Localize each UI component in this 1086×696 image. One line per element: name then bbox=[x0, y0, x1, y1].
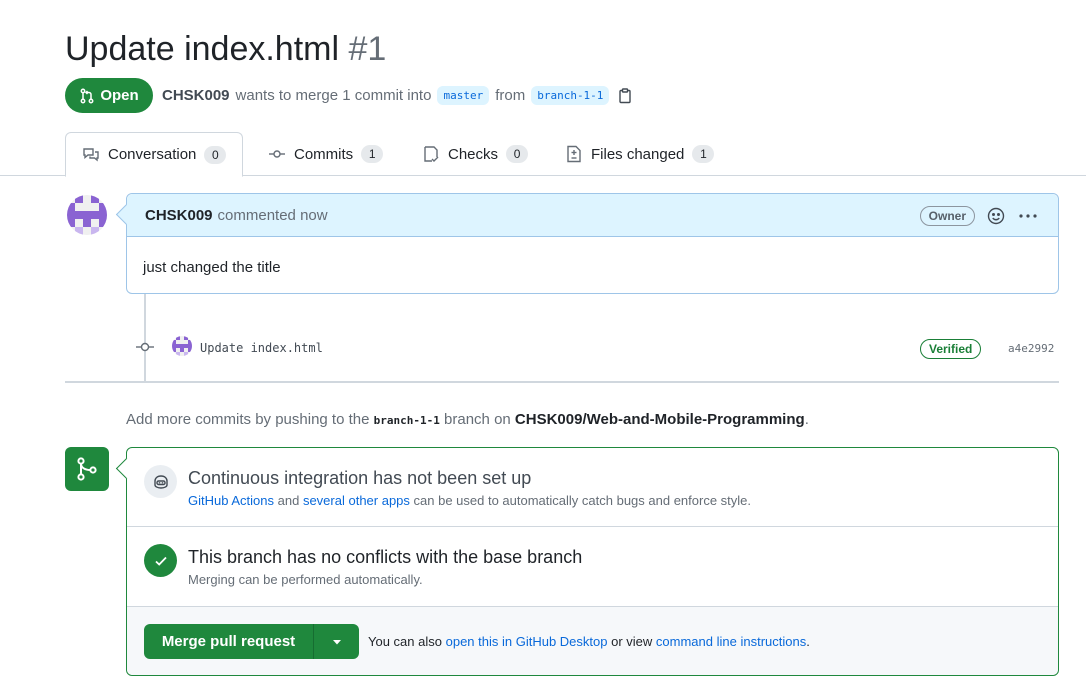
open-desktop-link[interactable]: open this in GitHub Desktop bbox=[446, 634, 608, 649]
git-commit-icon bbox=[136, 342, 154, 352]
merge-alternatives: You can also open this in GitHub Desktop… bbox=[368, 634, 810, 649]
command-line-link[interactable]: command line instructions bbox=[656, 634, 806, 649]
other-apps-link[interactable]: several other apps bbox=[303, 493, 410, 508]
copilot-icon bbox=[153, 474, 168, 489]
verified-badge[interactable]: Verified bbox=[920, 339, 982, 359]
smiley-icon[interactable] bbox=[987, 207, 1005, 225]
tab-label: Files changed bbox=[591, 145, 685, 163]
tab-counter: 1 bbox=[361, 145, 384, 163]
pr-meta: CHSK009 wants to merge 1 commit into mas… bbox=[162, 86, 633, 105]
comment-box: CHSK009 commented now Owner just changed… bbox=[126, 193, 1059, 294]
tab-conversation[interactable]: Conversation 0 bbox=[65, 132, 244, 177]
conflicts-heading: This branch has no conflicts with the ba… bbox=[188, 547, 583, 567]
comment-author[interactable]: CHSK009 bbox=[145, 207, 213, 224]
tab-checks[interactable]: Checks 0 bbox=[406, 132, 544, 176]
alt-suffix: . bbox=[806, 634, 810, 649]
push-hint-repo: CHSK009/Web-and-Mobile-Programming bbox=[514, 411, 805, 428]
owner-badge: Owner bbox=[919, 206, 975, 226]
avatar[interactable] bbox=[67, 195, 107, 235]
tab-counter: 1 bbox=[692, 145, 715, 163]
pr-state-label: Open bbox=[100, 87, 139, 104]
pr-tabs: Conversation 0 Commits 1 Checks 0 Files … bbox=[0, 132, 1086, 177]
git-commit-icon bbox=[269, 150, 285, 158]
tab-commits[interactable]: Commits 1 bbox=[252, 132, 399, 176]
github-actions-link[interactable]: GitHub Actions bbox=[188, 493, 274, 508]
ci-heading: Continuous integration has not been set … bbox=[188, 468, 532, 488]
pr-number: #1 bbox=[348, 30, 387, 68]
pr-author-link[interactable]: CHSK009 bbox=[162, 87, 230, 104]
checklist-icon bbox=[424, 146, 439, 162]
git-merge-icon bbox=[77, 457, 97, 481]
tab-files-changed[interactable]: Files changed 1 bbox=[549, 132, 730, 176]
check-icon bbox=[154, 556, 167, 566]
tab-label: Conversation bbox=[108, 146, 197, 163]
tab-counter: 0 bbox=[204, 145, 227, 164]
commit-sha-link[interactable]: a4e2992 bbox=[1008, 342, 1054, 355]
push-hint-prefix: Add more commits by pushing to the bbox=[126, 411, 370, 428]
merge-button-group: Merge pull request bbox=[144, 624, 359, 659]
head-branch-chip[interactable]: branch-1-1 bbox=[531, 86, 610, 105]
merge-method-dropdown[interactable] bbox=[314, 624, 359, 659]
kebab-horizontal-icon[interactable] bbox=[1018, 207, 1038, 225]
ci-icon-circle bbox=[144, 465, 177, 498]
merge-box: Continuous integration has not been set … bbox=[126, 447, 1059, 676]
git-pull-request-icon bbox=[80, 88, 94, 103]
push-hint: Add more commits by pushing to the branc… bbox=[126, 411, 809, 428]
tab-label: Commits bbox=[294, 145, 354, 163]
ci-rest: can be used to automatically catch bugs … bbox=[413, 493, 752, 508]
pr-from-text: from bbox=[495, 87, 526, 104]
merge-status-icon-box bbox=[65, 447, 109, 491]
tab-counter: 0 bbox=[506, 145, 529, 163]
conflicts-section: This branch has no conflicts with the ba… bbox=[127, 527, 1058, 607]
pr-title: Update index.html #1 bbox=[65, 30, 386, 69]
tab-label: Checks bbox=[448, 145, 499, 163]
commit-avatar[interactable] bbox=[172, 336, 192, 356]
file-diff-icon bbox=[567, 145, 581, 163]
comment-header: CHSK009 commented now Owner bbox=[127, 194, 1058, 237]
commit-message-link[interactable]: Update index.html bbox=[200, 341, 323, 355]
timeline-divider bbox=[65, 381, 1059, 383]
pr-merge-text: wants to merge 1 commit into bbox=[235, 87, 432, 104]
ci-and: and bbox=[277, 493, 300, 508]
comment-body: just changed the title bbox=[143, 259, 281, 276]
ci-section: Continuous integration has not been set … bbox=[127, 448, 1058, 527]
merge-pull-request-button[interactable]: Merge pull request bbox=[144, 624, 314, 659]
push-hint-branch: branch-1-1 bbox=[373, 414, 440, 427]
push-hint-suffix: . bbox=[804, 411, 809, 428]
alt-prefix: You can also bbox=[368, 634, 442, 649]
comment-discussion-icon bbox=[83, 147, 99, 161]
ci-subtext: GitHub Actions and several other apps ca… bbox=[188, 493, 751, 508]
alt-middle: or view bbox=[611, 634, 653, 649]
copy-icon[interactable] bbox=[617, 87, 633, 104]
conflicts-subtext: Merging can be performed automatically. bbox=[188, 572, 423, 587]
triangle-down-icon bbox=[332, 639, 341, 644]
base-branch-chip[interactable]: master bbox=[437, 86, 490, 105]
pr-title-text: Update index.html bbox=[65, 30, 340, 68]
push-hint-middle: branch on bbox=[444, 411, 511, 428]
merge-action-section: Merge pull request You can also open thi… bbox=[127, 607, 1058, 675]
success-icon-circle bbox=[144, 544, 177, 577]
comment-timestamp[interactable]: commented now bbox=[218, 207, 328, 224]
pr-state-badge: Open bbox=[65, 78, 153, 113]
